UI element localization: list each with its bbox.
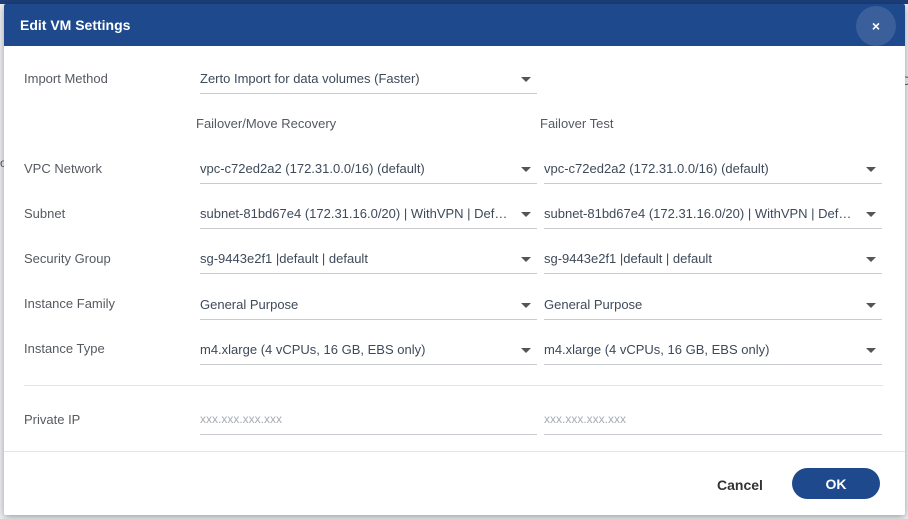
chevron-down-icon xyxy=(866,212,876,217)
chevron-down-icon xyxy=(521,212,531,217)
subnet-label: Subnet xyxy=(24,206,66,221)
security-group-test-select[interactable]: sg-9443e2f1 |default | default xyxy=(544,247,882,274)
security-group-recovery-value: sg-9443e2f1 |default | default xyxy=(200,251,368,266)
vpc-network-recovery-value: vpc-c72ed2a2 (172.31.0.0/16) (default) xyxy=(200,161,425,176)
column-header-test: Failover Test xyxy=(540,116,614,131)
instance-type-test-value: m4.xlarge (4 vCPUs, 16 GB, EBS only) xyxy=(544,342,770,357)
private-ip-recovery-field[interactable] xyxy=(200,408,537,435)
security-group-test-value: sg-9443e2f1 |default | default xyxy=(544,251,712,266)
instance-family-test-select[interactable]: General Purpose xyxy=(544,293,882,320)
subnet-recovery-select[interactable]: subnet-81bd67e4 (172.31.16.0/20) | WithV… xyxy=(200,202,537,229)
vpc-network-test-value: vpc-c72ed2a2 (172.31.0.0/16) (default) xyxy=(544,161,769,176)
dialog-header: Edit VM Settings × xyxy=(4,4,905,46)
instance-family-test-value: General Purpose xyxy=(544,297,643,312)
security-group-label: Security Group xyxy=(24,251,111,266)
ok-button[interactable]: OK xyxy=(792,468,880,499)
close-icon: × xyxy=(871,18,881,34)
instance-type-test-select[interactable]: m4.xlarge (4 vCPUs, 16 GB, EBS only) xyxy=(544,338,882,365)
vpc-network-test-select[interactable]: vpc-c72ed2a2 (172.31.0.0/16) (default) xyxy=(544,157,882,184)
security-group-recovery-select[interactable]: sg-9443e2f1 |default | default xyxy=(200,247,537,274)
private-ip-test-field[interactable] xyxy=(544,408,882,435)
instance-type-label: Instance Type xyxy=(24,341,105,356)
footer-divider xyxy=(4,451,905,452)
private-ip-test-input[interactable] xyxy=(544,408,882,430)
vpc-network-recovery-select[interactable]: vpc-c72ed2a2 (172.31.0.0/16) (default) xyxy=(200,157,537,184)
chevron-down-icon xyxy=(866,348,876,353)
private-ip-label: Private IP xyxy=(24,412,81,427)
instance-family-recovery-value: General Purpose xyxy=(200,297,299,312)
chevron-down-icon xyxy=(521,257,531,262)
private-ip-recovery-input[interactable] xyxy=(200,408,537,430)
chevron-down-icon xyxy=(521,303,531,308)
chevron-down-icon xyxy=(866,167,876,172)
instance-type-recovery-value: m4.xlarge (4 vCPUs, 16 GB, EBS only) xyxy=(200,342,426,357)
edit-vm-settings-dialog: Edit VM Settings × Import Method Zerto I… xyxy=(4,4,905,515)
vpc-network-label: VPC Network xyxy=(24,161,103,176)
instance-family-label: Instance Family xyxy=(24,296,116,311)
chevron-down-icon xyxy=(521,167,531,172)
subnet-test-select[interactable]: subnet-81bd67e4 (172.31.16.0/20) | WithV… xyxy=(544,202,882,229)
import-method-select[interactable]: Zerto Import for data volumes (Faster) xyxy=(200,67,537,94)
chevron-down-icon xyxy=(866,303,876,308)
chevron-down-icon xyxy=(521,348,531,353)
import-method-value: Zerto Import for data volumes (Faster) xyxy=(200,71,420,86)
instance-type-recovery-select[interactable]: m4.xlarge (4 vCPUs, 16 GB, EBS only) xyxy=(200,338,537,365)
instance-family-recovery-select[interactable]: General Purpose xyxy=(200,293,537,320)
column-header-recovery: Failover/Move Recovery xyxy=(196,116,337,131)
chevron-down-icon xyxy=(521,77,531,82)
dialog-title: Edit VM Settings xyxy=(20,17,131,33)
subnet-recovery-value: subnet-81bd67e4 (172.31.16.0/20) | WithV… xyxy=(200,206,512,221)
section-divider xyxy=(24,385,883,386)
subnet-test-value: subnet-81bd67e4 (172.31.16.0/20) | WithV… xyxy=(544,206,857,221)
import-method-label: Import Method xyxy=(24,71,108,86)
chevron-down-icon xyxy=(866,257,876,262)
close-button[interactable]: × xyxy=(856,6,896,46)
cancel-button[interactable]: Cancel xyxy=(710,472,770,498)
